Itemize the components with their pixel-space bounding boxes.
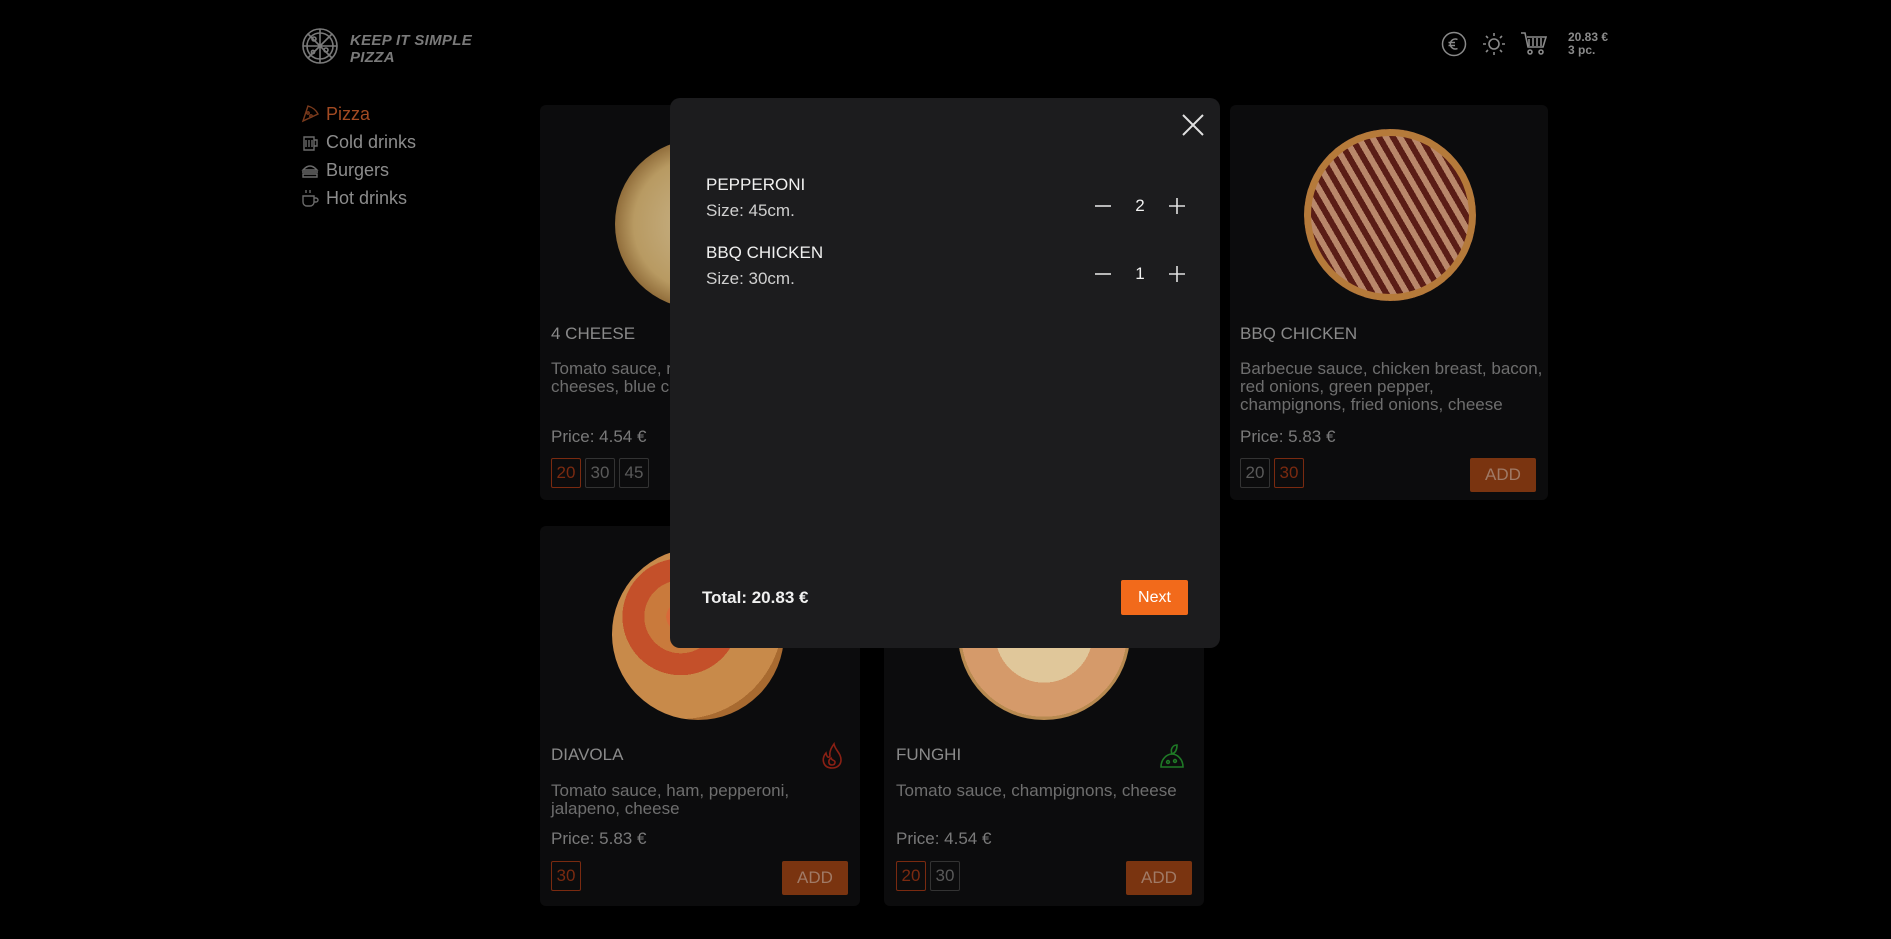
quantity-stepper: 1	[1090, 261, 1190, 287]
vegetarian-icon	[1160, 744, 1184, 768]
sidebar-item-hot-drinks[interactable]: Hot drinks	[300, 184, 416, 212]
size-selector: 20 30	[896, 861, 960, 891]
sidebar-item-burgers[interactable]: Burgers	[300, 156, 416, 184]
header-actions: 20.83 € 3 pc.	[1440, 30, 1608, 58]
sidebar-item-label: Hot drinks	[326, 187, 408, 208]
logo-line-1: KEEP IT SIMPLE	[350, 31, 472, 49]
sun-icon	[1483, 33, 1505, 55]
size-option[interactable]: 30	[585, 458, 615, 488]
page: KEEP IT SIMPLE PIZZA 20.83 € 3 pc. Pizza…	[0, 0, 1891, 939]
product-description: Tomato sauce, r cheeses, blue ch	[551, 360, 679, 396]
quantity-value: 1	[1135, 264, 1145, 283]
cart-button[interactable]	[1520, 30, 1548, 58]
size-option[interactable]: 30	[1274, 458, 1304, 488]
burger-icon	[301, 165, 319, 178]
product-price: Price: 5.83 €	[551, 829, 647, 848]
cart-item: PEPPERONI Size: 45cm. 2	[706, 175, 1190, 221]
euro-icon	[1441, 31, 1467, 57]
cold-drink-icon	[303, 136, 318, 151]
product-description: Barbecue sauce, chicken breast, bacon, r…	[1240, 360, 1542, 414]
pizza-slice-icon	[301, 105, 319, 123]
product-title: FUNGHI	[896, 745, 962, 764]
size-option[interactable]: 45	[619, 458, 649, 488]
cart-item-name: PEPPERONI	[706, 175, 806, 194]
currency-button[interactable]	[1440, 30, 1468, 58]
description-line: red onions, green pepper,	[1240, 377, 1434, 396]
minus-icon	[1095, 205, 1111, 207]
sidebar-item-label: Burgers	[326, 159, 390, 180]
product-title: BBQ CHICKEN	[1240, 324, 1358, 343]
add-to-cart-button[interactable]: ADD	[1126, 861, 1192, 895]
hot-drink-icon	[302, 190, 319, 207]
size-selector: 30	[551, 861, 581, 891]
size-option[interactable]: 30	[930, 861, 960, 891]
spicy-icon	[822, 741, 842, 769]
add-to-cart-button[interactable]: ADD	[1470, 458, 1536, 492]
category-sidebar: Pizza Cold drinks Burgers Hot drinks	[300, 100, 416, 212]
pizza-logo-icon	[300, 26, 340, 71]
size-option[interactable]: 20	[1240, 458, 1270, 488]
quantity-stepper: 2	[1090, 193, 1190, 219]
description-line: Tomato sauce, champignons, cheese	[896, 781, 1177, 800]
size-option[interactable]: 30	[551, 861, 581, 891]
description-line: champignons, fried onions, cheese	[1240, 395, 1503, 414]
product-price: Price: 4.54 €	[896, 829, 992, 848]
minus-icon	[1095, 273, 1111, 275]
cart-total-label: Total: 20.83 €	[702, 588, 809, 607]
cart-icon	[1521, 32, 1548, 55]
decrease-button[interactable]	[1090, 261, 1116, 287]
close-button[interactable]	[1180, 112, 1206, 138]
description-line: Tomato sauce, ham, pepperoni,	[551, 781, 790, 800]
add-to-cart-button[interactable]: ADD	[782, 861, 848, 895]
pizza-image	[1304, 129, 1476, 301]
cart-modal: PEPPERONI Size: 45cm. 2 BBQ CHICKEN Size…	[670, 98, 1220, 648]
plus-icon	[1169, 266, 1185, 282]
logo[interactable]: KEEP IT SIMPLE PIZZA	[300, 26, 472, 71]
size-option[interactable]: 20	[896, 861, 926, 891]
size-selector: 20 30	[1240, 458, 1304, 488]
description-line: cheeses, blue ch	[551, 377, 679, 396]
cart-item-name: BBQ CHICKEN	[706, 243, 824, 262]
size-selector: 20 30 45	[551, 458, 649, 488]
product-title: 4 CHEESE	[551, 324, 636, 343]
theme-toggle[interactable]	[1480, 30, 1508, 58]
product-price: Price: 4.54 €	[551, 427, 647, 446]
sidebar-item-cold-drinks[interactable]: Cold drinks	[300, 128, 416, 156]
product-title: DIAVOLA	[551, 745, 624, 764]
size-option[interactable]: 20	[551, 458, 581, 488]
increase-button[interactable]	[1164, 261, 1190, 287]
increase-button[interactable]	[1164, 193, 1190, 219]
quantity-value: 2	[1135, 196, 1145, 215]
plus-icon	[1169, 198, 1185, 214]
sidebar-item-label: Cold drinks	[326, 131, 417, 152]
product-price: Price: 5.83 €	[1240, 427, 1336, 446]
cart-count: 3 pc.	[1568, 43, 1596, 57]
description-line: jalapeno, cheese	[551, 799, 680, 818]
product-description: Tomato sauce, ham, pepperoni, jalapeno, …	[551, 782, 789, 818]
description-line: Barbecue sauce, chicken breast, bacon,	[1240, 359, 1543, 378]
next-button[interactable]: Next	[1121, 580, 1188, 615]
description-line: Tomato sauce, r	[551, 359, 672, 378]
sidebar-item-label: Pizza	[326, 103, 371, 124]
logo-text: KEEP IT SIMPLE PIZZA	[350, 32, 472, 66]
decrease-button[interactable]	[1090, 193, 1116, 219]
product-card-bbq-chicken: BBQ CHICKEN Barbecue sauce, chicken brea…	[1230, 105, 1548, 500]
logo-line-2: PIZZA	[350, 48, 395, 66]
cart-item: BBQ CHICKEN Size: 30cm. 1	[706, 243, 1190, 289]
close-icon	[1182, 114, 1204, 136]
cart-summary[interactable]: 20.83 € 3 pc.	[1568, 31, 1608, 57]
sidebar-item-pizza[interactable]: Pizza	[300, 100, 416, 128]
product-description: Tomato sauce, champignons, cheese	[896, 782, 1177, 800]
